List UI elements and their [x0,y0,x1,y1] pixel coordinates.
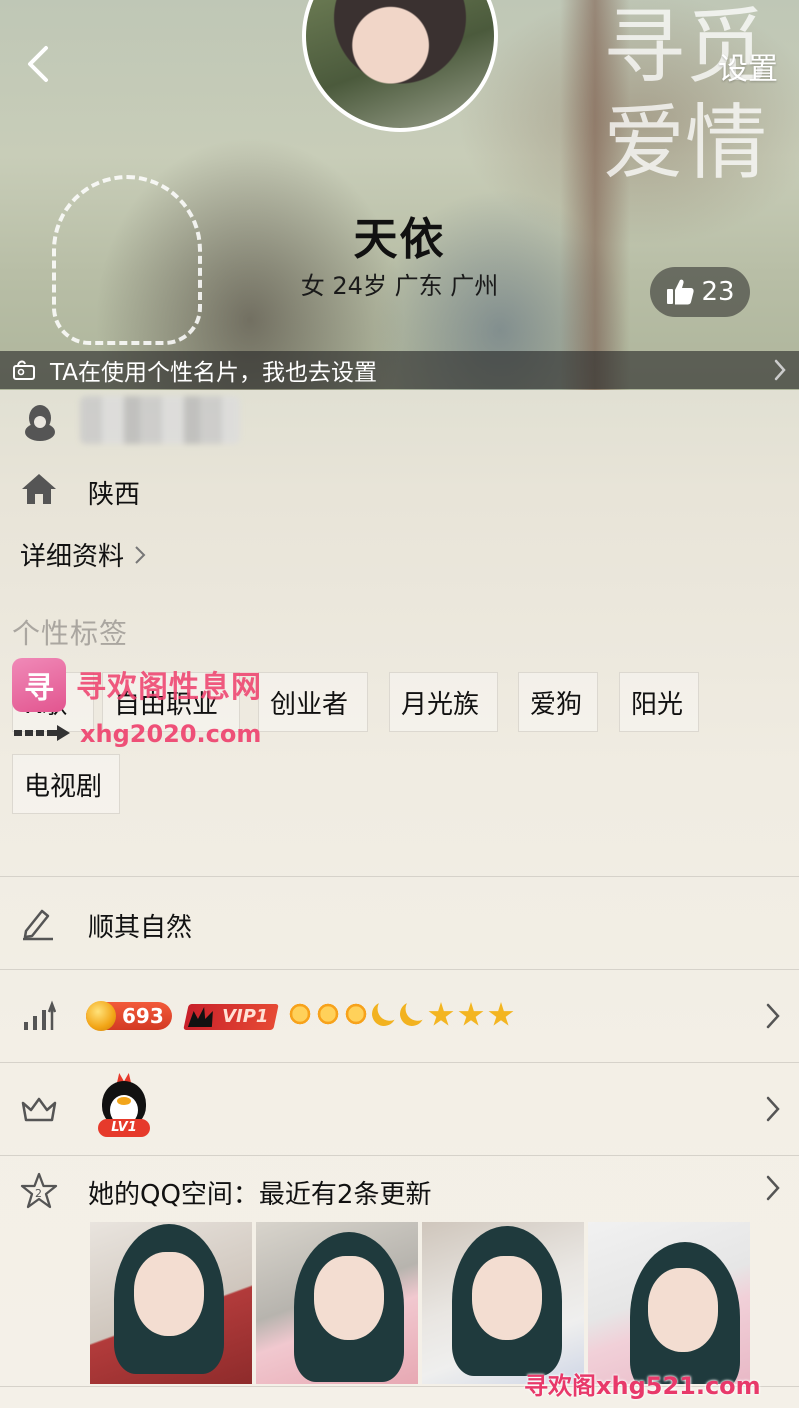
settings-button[interactable]: 设置 [718,44,778,88]
svg-text:2: 2 [35,1187,42,1200]
signature-row[interactable]: 顺其自然 [0,877,799,969]
coin-badge: 693 [86,1001,172,1031]
tag-item[interactable]: 爱狗 [518,672,598,732]
chevron-right-icon [774,359,786,381]
level-row[interactable]: 693 VIP1 [0,970,799,1062]
tag-item[interactable]: 阳光 [619,672,699,732]
sun-icon [344,1002,368,1026]
sun-icon [288,1002,312,1026]
qq-level-label: LV1 [98,1119,150,1137]
detail-info-label: 详细资料 [20,542,125,572]
banner-text: TA在使用个性名片，我也去设置 [50,360,377,386]
hometown-row: 陕西 [0,460,799,520]
moon-icon [369,999,400,1030]
coin-icon [86,1001,116,1031]
hometown-value: 陕西 [88,480,141,510]
profile-name: 天依 [353,214,446,265]
qzone-photo[interactable] [422,1222,584,1384]
tag-item[interactable]: 创业者 [258,672,368,732]
qq-penguin-icon [25,405,55,441]
qzone-photos [90,1222,750,1384]
qq-number-row [0,390,799,460]
star-icon [458,1002,484,1026]
vip-label: VIP1 [222,1006,269,1027]
back-button[interactable] [18,42,58,86]
qzone-photo[interactable] [588,1222,750,1384]
qzone-star-icon: 2 [20,1172,58,1209]
tag-item[interactable]: 自由职业 [102,672,240,732]
signature-text: 顺其自然 [88,913,193,943]
level-chart-icon [24,1000,56,1030]
qq-level-icons [288,1002,514,1028]
coin-value: 693 [122,1004,164,1028]
tag-item[interactable]: K歌 [12,672,94,732]
vip-crown-icon [188,1007,216,1027]
thumbs-up-icon [667,279,695,305]
chevron-left-icon [28,46,48,82]
tag-item[interactable]: 电视剧 [12,754,120,814]
chevron-right-icon [766,1003,780,1029]
like-count: 23 [701,277,735,307]
card-style-icon [13,360,35,380]
like-button[interactable]: 23 [650,267,750,317]
moon-icon [397,999,428,1030]
qzone-photo[interactable] [90,1222,252,1384]
tag-item[interactable]: 月光族 [389,672,498,732]
tags-list: K歌 自由职业 创业者 月光族 爱狗 阳光 电视剧 [0,672,799,822]
qzone-title: 她的QQ空间：最近有2条更新 [88,1180,432,1210]
chevron-right-icon [766,1096,780,1122]
vip-badge: VIP1 [183,1004,279,1030]
qzone-photo[interactable] [256,1222,418,1384]
crown-icon [21,1097,57,1122]
penguin-beak [117,1097,131,1105]
star-icon [428,1002,454,1026]
qq-number-blurred [80,396,240,444]
sun-icon [316,1002,340,1026]
profile-header: 寻觅爱情 设置 天依 女 24岁 广东 广州 23 TA在使用个性名片，我也去设… [0,0,799,390]
qq-level-badge: LV1 [98,1073,150,1137]
bottom-watermark: 寻欢阁xhg521.com [524,1372,761,1400]
chevron-right-icon [766,1175,780,1201]
home-icon [22,474,56,504]
member-level-row[interactable]: LV1 [0,1063,799,1155]
chevron-right-icon [135,545,146,564]
namecard-banner[interactable]: TA在使用个性名片，我也去设置 [0,351,799,389]
avatar[interactable] [302,0,498,132]
star-icon [488,1002,514,1026]
detail-info-link[interactable]: 详细资料 [20,536,146,573]
pencil-icon [23,909,53,941]
tags-title: 个性标签 [12,617,129,650]
